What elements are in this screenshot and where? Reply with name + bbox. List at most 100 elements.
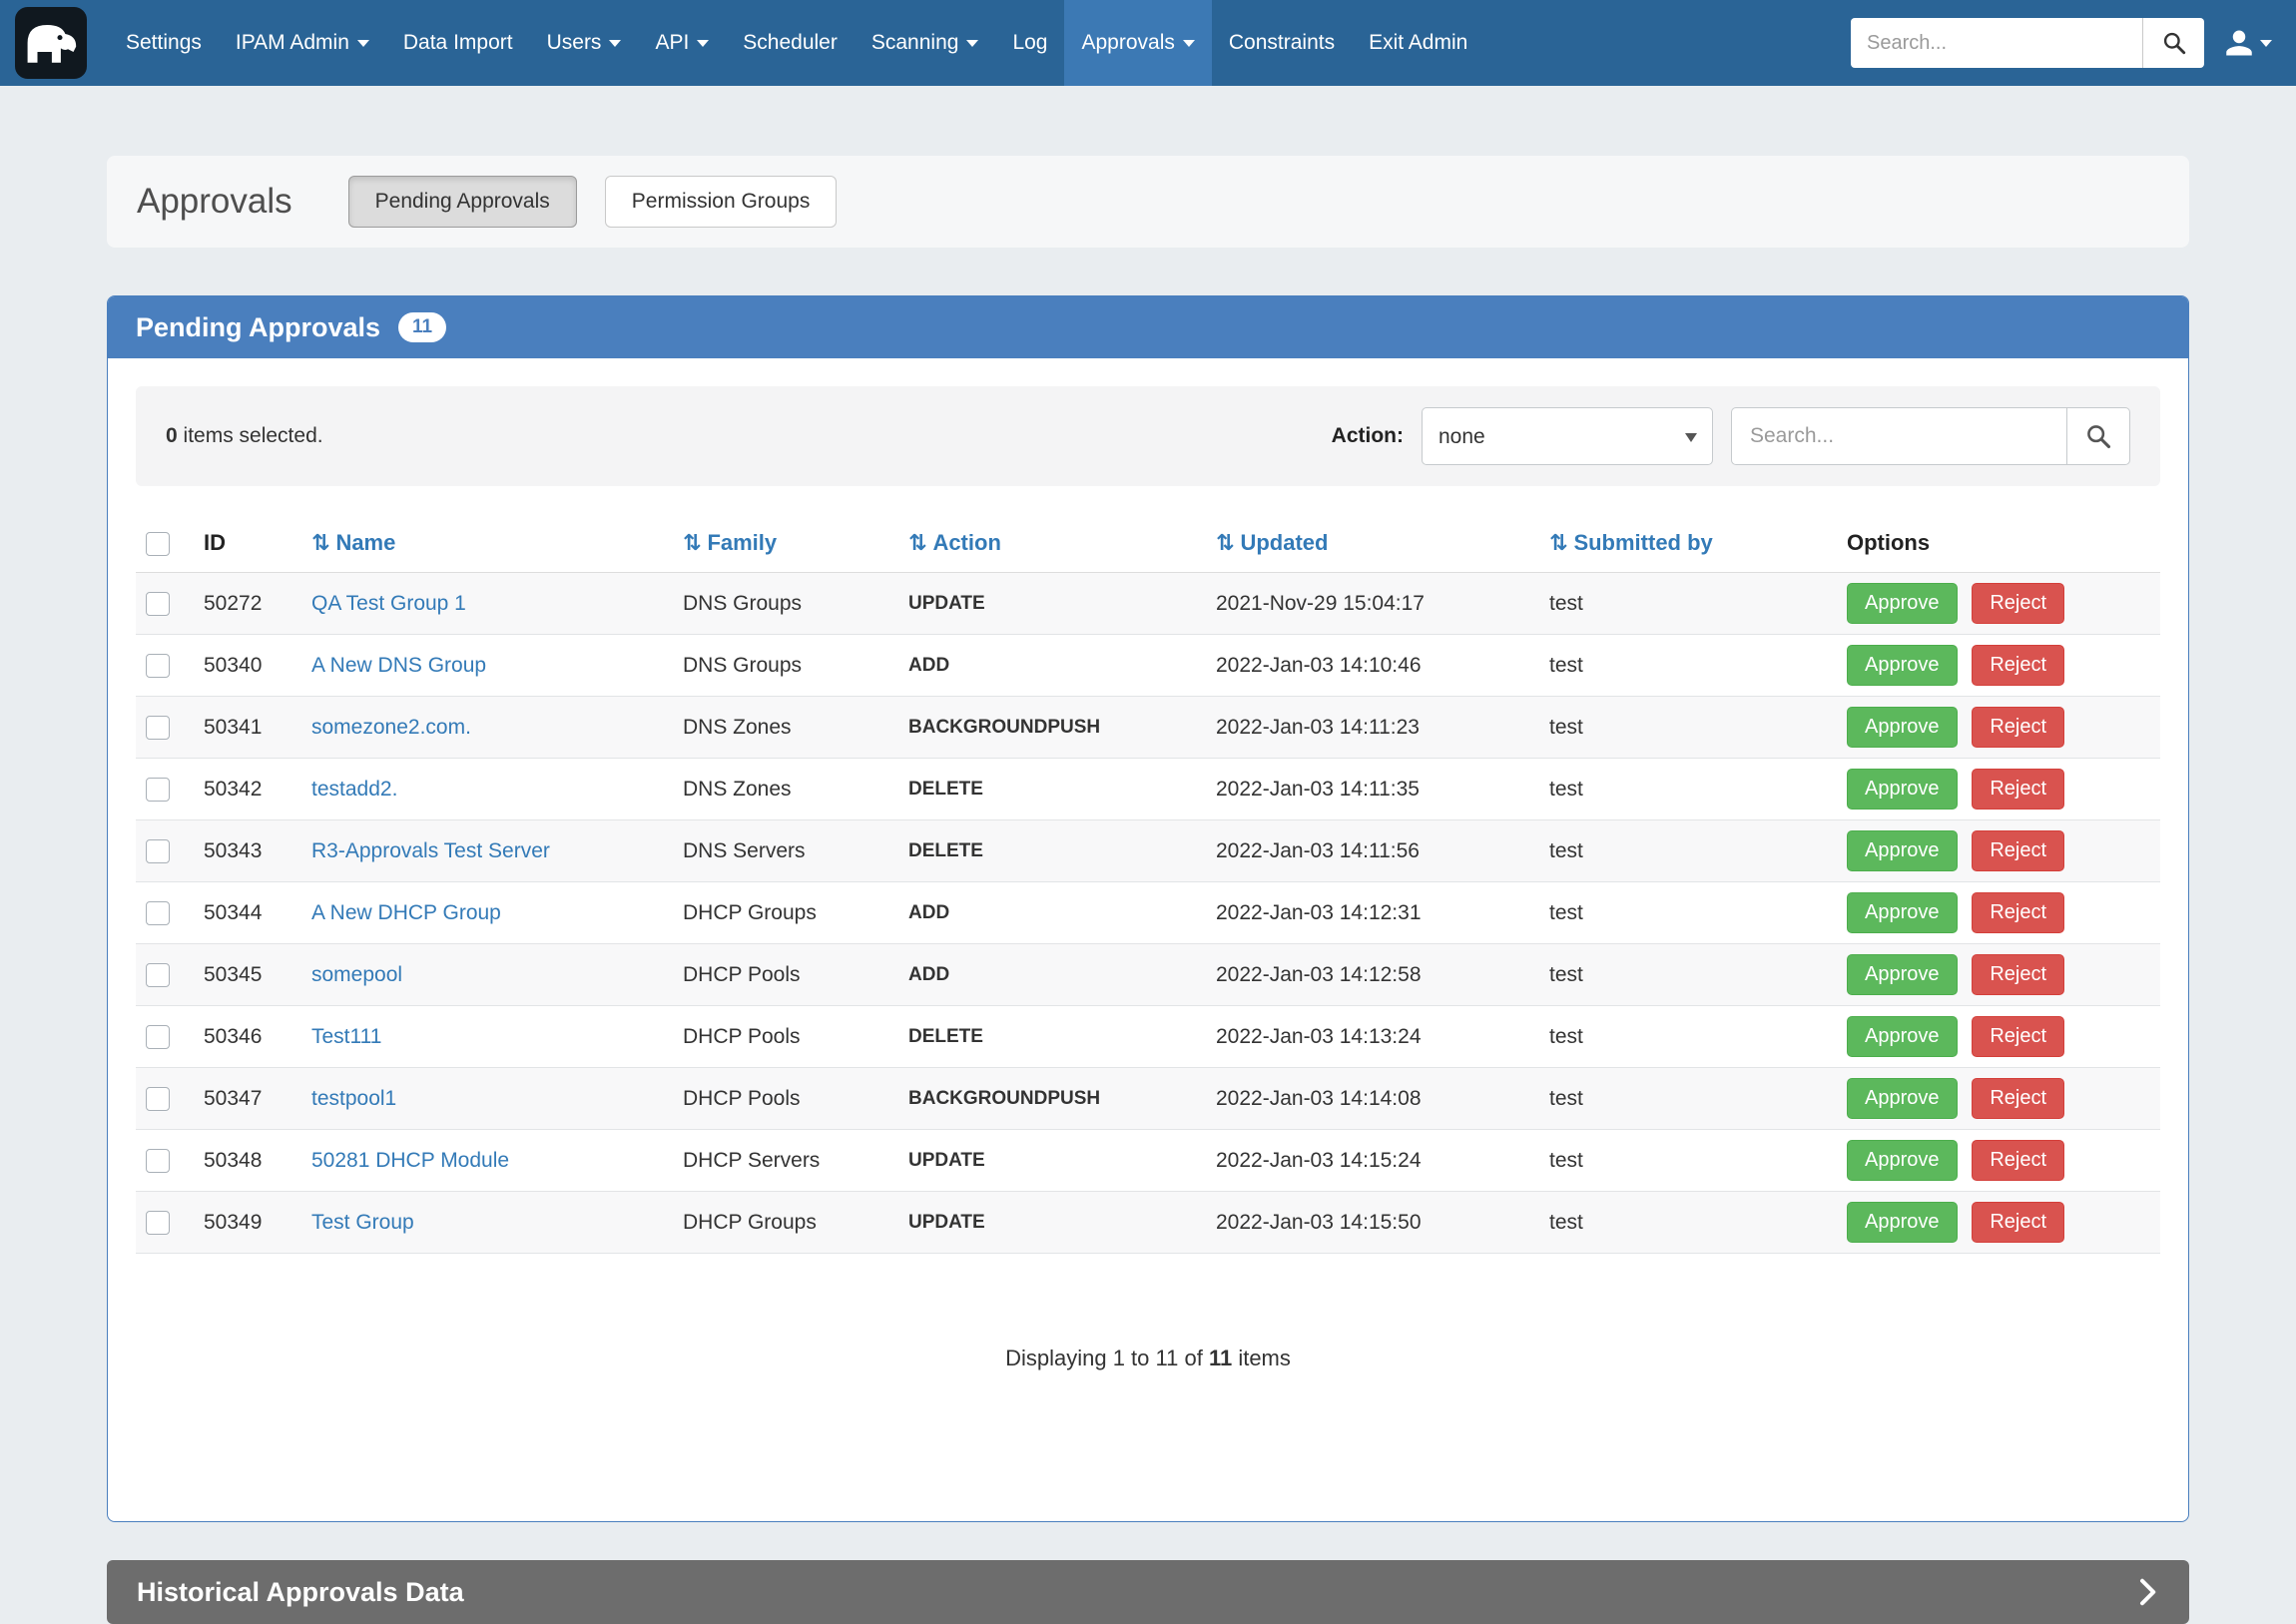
approve-button[interactable]: Approve — [1847, 583, 1958, 624]
user-menu[interactable] — [2224, 28, 2272, 58]
row-name-link[interactable]: testadd2. — [311, 778, 397, 801]
reject-button[interactable]: Reject — [1972, 707, 2064, 748]
sort-icon: ⇅ — [1549, 530, 1567, 555]
chevron-right-icon — [2135, 1577, 2159, 1607]
table-row: 50349 Test Group DHCP Groups UPDATE 2022… — [136, 1192, 2160, 1254]
historical-approvals-header[interactable]: Historical Approvals Data — [107, 1560, 2189, 1624]
nav-item-approvals[interactable]: Approvals — [1064, 0, 1211, 86]
nav-item-constraints[interactable]: Constraints — [1212, 0, 1352, 86]
approve-button[interactable]: Approve — [1847, 1078, 1958, 1119]
column-header-name[interactable]: ⇅Name — [301, 516, 673, 573]
row-submitted-by: test — [1539, 1068, 1837, 1130]
row-checkbox[interactable] — [146, 654, 170, 678]
approve-button[interactable]: Approve — [1847, 707, 1958, 748]
nav-item-label: API — [655, 31, 689, 55]
row-check-cell — [136, 820, 194, 882]
reject-button[interactable]: Reject — [1972, 645, 2064, 686]
row-checkbox[interactable] — [146, 592, 170, 616]
reject-button[interactable]: Reject — [1972, 1078, 2064, 1119]
nav-item-exit-admin[interactable]: Exit Admin — [1352, 0, 1484, 86]
approve-button[interactable]: Approve — [1847, 830, 1958, 871]
nav-item-scanning[interactable]: Scanning — [855, 0, 996, 86]
nav-item-api[interactable]: API — [638, 0, 726, 86]
reject-button[interactable]: Reject — [1972, 954, 2064, 995]
row-name-link[interactable]: A New DNS Group — [311, 654, 486, 677]
approve-button[interactable]: Approve — [1847, 769, 1958, 810]
nav-item-settings[interactable]: Settings — [109, 0, 219, 86]
row-family: DNS Groups — [673, 635, 898, 697]
sort-icon: ⇅ — [311, 530, 329, 555]
approvals-table: ID ⇅Name ⇅Family ⇅Action ⇅Updated — [136, 516, 2160, 1254]
row-options-cell: Approve Reject — [1837, 697, 2160, 759]
table-search-button[interactable] — [2066, 407, 2130, 465]
nav-item-data-import[interactable]: Data Import — [386, 0, 530, 86]
column-header-family[interactable]: ⇅Family — [673, 516, 898, 573]
row-family: DHCP Groups — [673, 882, 898, 944]
select-all-checkbox[interactable] — [146, 532, 170, 556]
caret-down-icon — [609, 40, 621, 47]
row-updated: 2022-Jan-03 14:15:50 — [1206, 1192, 1539, 1254]
tab-pending-approvals[interactable]: Pending Approvals — [348, 176, 577, 228]
navbar-search-input[interactable] — [1851, 18, 2142, 68]
nav-item-scheduler[interactable]: Scheduler — [726, 0, 855, 86]
reject-button[interactable]: Reject — [1972, 583, 2064, 624]
caret-down-icon — [1183, 40, 1195, 47]
row-name-link[interactable]: Test Group — [311, 1211, 414, 1234]
row-checkbox[interactable] — [146, 1149, 170, 1173]
column-header-action[interactable]: ⇅Action — [898, 516, 1206, 573]
row-checkbox[interactable] — [146, 901, 170, 925]
row-name-link[interactable]: A New DHCP Group — [311, 901, 501, 924]
table-row: 50343 R3-Approvals Test Server DNS Serve… — [136, 820, 2160, 882]
approve-button[interactable]: Approve — [1847, 1140, 1958, 1181]
action-select[interactable]: none — [1422, 407, 1713, 465]
nav-item-ipam-admin[interactable]: IPAM Admin — [219, 0, 386, 86]
row-name-cell: somezone2.com. — [301, 697, 673, 759]
column-header-updated[interactable]: ⇅Updated — [1206, 516, 1539, 573]
approve-button[interactable]: Approve — [1847, 892, 1958, 933]
phpipam-logo[interactable] — [15, 7, 87, 79]
approve-button[interactable]: Approve — [1847, 645, 1958, 686]
row-checkbox[interactable] — [146, 716, 170, 740]
row-submitted-by: test — [1539, 635, 1837, 697]
column-label: Options — [1847, 530, 1930, 555]
table-search-input[interactable] — [1731, 407, 2066, 465]
row-checkbox[interactable] — [146, 1087, 170, 1111]
navbar-right — [1851, 18, 2272, 68]
approve-button[interactable]: Approve — [1847, 1016, 1958, 1057]
navbar-search — [1851, 18, 2204, 68]
row-name-link[interactable]: 50281 DHCP Module — [311, 1149, 509, 1172]
row-name-link[interactable]: testpool1 — [311, 1087, 396, 1110]
row-id: 50341 — [194, 697, 301, 759]
row-checkbox[interactable] — [146, 963, 170, 987]
panel-header: Pending Approvals 11 — [108, 296, 2188, 358]
reject-button[interactable]: Reject — [1972, 1016, 2064, 1057]
approve-button[interactable]: Approve — [1847, 954, 1958, 995]
row-checkbox[interactable] — [146, 1025, 170, 1049]
nav-item-label: Log — [1012, 31, 1047, 55]
reject-button[interactable]: Reject — [1972, 1140, 2064, 1181]
reject-button[interactable]: Reject — [1972, 769, 2064, 810]
tab-permission-groups[interactable]: Permission Groups — [605, 176, 838, 228]
reject-button[interactable]: Reject — [1972, 830, 2064, 871]
row-name-link[interactable]: Test111 — [311, 1025, 381, 1048]
navbar-search-button[interactable] — [2142, 18, 2204, 68]
footer-suffix: items — [1232, 1346, 1291, 1370]
approve-button[interactable]: Approve — [1847, 1202, 1958, 1243]
reject-button[interactable]: Reject — [1972, 892, 2064, 933]
row-options-cell: Approve Reject — [1837, 882, 2160, 944]
row-checkbox[interactable] — [146, 778, 170, 802]
row-updated: 2022-Jan-03 14:11:35 — [1206, 759, 1539, 820]
row-updated: 2022-Jan-03 14:11:23 — [1206, 697, 1539, 759]
nav-item-log[interactable]: Log — [995, 0, 1064, 86]
column-header-submitted-by[interactable]: ⇅Submitted by — [1539, 516, 1837, 573]
reject-button[interactable]: Reject — [1972, 1202, 2064, 1243]
row-family: DNS Servers — [673, 820, 898, 882]
row-name-link[interactable]: R3-Approvals Test Server — [311, 839, 550, 862]
row-name-link[interactable]: somepool — [311, 963, 402, 986]
row-checkbox[interactable] — [146, 1211, 170, 1235]
row-checkbox[interactable] — [146, 839, 170, 863]
row-name-link[interactable]: somezone2.com. — [311, 716, 471, 739]
row-name-link[interactable]: QA Test Group 1 — [311, 592, 466, 615]
nav-item-users[interactable]: Users — [530, 0, 639, 86]
table-toolbar: 0 items selected. Action: none — [136, 386, 2160, 486]
